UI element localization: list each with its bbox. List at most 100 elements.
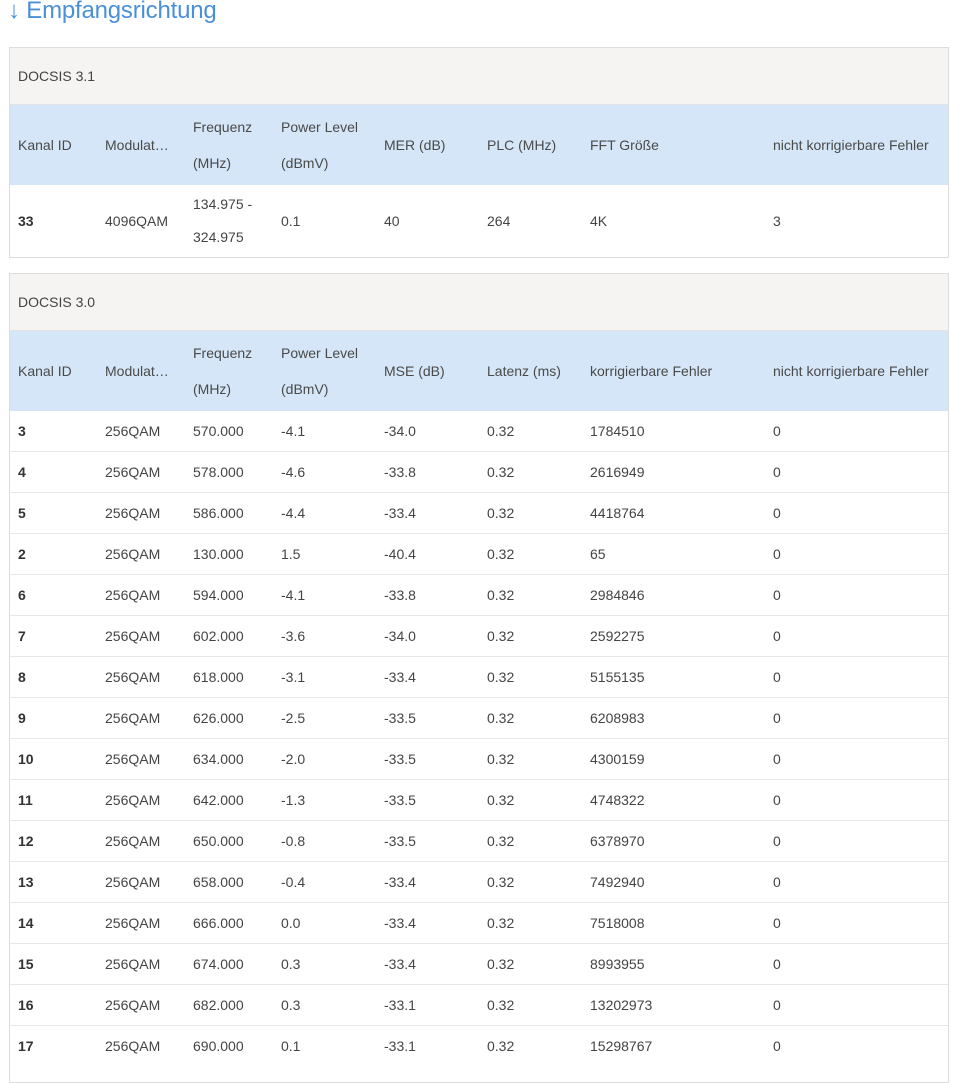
channel-id-cell: 12: [10, 820, 97, 862]
table-cell: 1784510: [590, 423, 645, 439]
col-header-nicht-korrigierbare-fehler[interactable]: nicht korrigierbare Fehler: [765, 331, 948, 411]
table-cell: 13202973: [582, 984, 765, 1026]
table-cell: 3: [773, 212, 781, 229]
table-cell: 2616949: [582, 451, 765, 493]
table-cell: 0: [765, 1025, 948, 1066]
table-cell: -0.8: [273, 820, 376, 862]
table-cell: 7518008: [582, 902, 765, 944]
table-row: 5 256QAM 586.000 -4.4 -33.4 0.32 4418764 0: [10, 492, 948, 534]
table-row: 11 256QAM 642.000 -1.3 -33.5 0.32 4748322 0: [10, 779, 948, 821]
table-cell: -4.1: [273, 574, 376, 616]
channel-id-cell: 2: [10, 533, 97, 575]
table-cell: 256QAM: [97, 902, 185, 944]
table-cell: 6208983: [582, 697, 765, 739]
col-header-power-level[interactable]: Power Level (dBmV): [273, 105, 376, 185]
table-cell: 0: [765, 492, 948, 534]
col-header-power-level[interactable]: Power Level (dBmV): [273, 331, 376, 411]
table-row: 16 256QAM 682.000 0.3 -33.1 0.32 13202973 0: [10, 984, 948, 1026]
docsis31-table: Kanal ID Modulat… Frequenz (MHz) Power L…: [10, 105, 948, 257]
channel-id-cell: 9: [10, 697, 97, 739]
docsis30-panel: DOCSIS 3.0 Kanal ID Modulat… Frequenz (M…: [9, 273, 949, 1083]
table-cell: 8993955: [582, 943, 765, 985]
col-header-kanal-id[interactable]: Kanal ID: [10, 105, 97, 185]
table-cell: -33.4: [376, 902, 479, 944]
table-cell: 0.32: [479, 943, 582, 985]
table-cell: 256QAM: [97, 451, 185, 493]
table-cell: -40.4: [376, 533, 479, 575]
table-cell: 4418764: [582, 492, 765, 534]
channel-id-cell: 10: [10, 738, 97, 780]
table-cell: 0.3: [273, 943, 376, 985]
col-header-latenz[interactable]: Latenz (ms): [479, 331, 582, 411]
table-cell: -33.1: [376, 984, 479, 1026]
table-cell: 256QAM: [97, 697, 185, 739]
table-cell: -2.5: [273, 697, 376, 739]
table-cell: 65: [582, 533, 765, 575]
table-cell: 2984846: [582, 574, 765, 616]
table-cell: 256QAM: [97, 492, 185, 534]
table-cell: 0.3: [273, 984, 376, 1026]
table-cell: 4300159: [582, 738, 765, 780]
table-cell: 4K: [590, 212, 608, 229]
table-cell: 658.000: [185, 861, 273, 903]
table-cell: 134.975 - 324.975: [193, 196, 253, 245]
table-cell: 0.32: [479, 656, 582, 698]
table-cell: 15298767: [582, 1025, 765, 1066]
table-cell: -34.0: [376, 615, 479, 657]
table-cell: 256QAM: [97, 656, 185, 698]
table-cell: 2592275: [582, 615, 765, 657]
table-cell: -33.4: [376, 943, 479, 985]
col-header-nicht-korrigierbare-fehler[interactable]: nicht korrigierbare Fehler: [765, 105, 948, 185]
table-cell: 650.000: [185, 820, 273, 862]
col-header-plc[interactable]: PLC (MHz): [479, 105, 582, 185]
table-cell: 0.32: [479, 861, 582, 903]
table-cell: 0.32: [479, 697, 582, 739]
channel-id-cell: 17: [10, 1025, 97, 1066]
col-header-mse[interactable]: MSE (dB): [376, 331, 479, 411]
table-cell: 0.32: [479, 902, 582, 944]
col-header-modulation[interactable]: Modulat…: [97, 331, 185, 411]
table-cell: 666.000: [185, 902, 273, 944]
col-header-mer[interactable]: MER (dB): [376, 105, 479, 185]
table-row: 9 256QAM 626.000 -2.5 -33.5 0.32 6208983 0: [10, 697, 948, 739]
table-cell: -4.1: [281, 423, 306, 439]
col-header-frequenz[interactable]: Frequenz (MHz): [185, 105, 273, 185]
table-row: 6 256QAM 594.000 -4.1 -33.8 0.32 2984846 0: [10, 574, 948, 616]
table-cell: -2.0: [273, 738, 376, 780]
channel-id-cell: 6: [10, 574, 97, 616]
table-header-row: Kanal ID Modulat… Frequenz (MHz) Power L…: [10, 331, 948, 411]
table-cell: 0.32: [479, 1025, 582, 1066]
channel-id-cell: 4: [10, 451, 97, 493]
table-cell: 0.32: [479, 574, 582, 616]
table-cell: 7492940: [582, 861, 765, 903]
table-cell: -33.5: [376, 738, 479, 780]
table-cell: 0.32: [479, 779, 582, 821]
channel-id-cell: 11: [10, 779, 97, 821]
table-cell: 256QAM: [97, 615, 185, 657]
table-cell: 0: [765, 656, 948, 698]
col-header-korrigierbare-fehler[interactable]: korrigierbare Fehler: [582, 331, 765, 411]
table-cell: 0: [765, 574, 948, 616]
table-cell: 0.1: [281, 212, 301, 229]
table-cell: -0.4: [273, 861, 376, 903]
table-cell: 0.32: [479, 984, 582, 1026]
channel-id-cell: 13: [10, 861, 97, 903]
table-cell: 256QAM: [97, 574, 185, 616]
table-cell: 0.32: [479, 615, 582, 657]
col-header-frequenz[interactable]: Frequenz (MHz): [185, 331, 273, 411]
table-cell: 0: [765, 779, 948, 821]
table-cell: 0: [765, 943, 948, 985]
table-row: 15 256QAM 674.000 0.3 -33.4 0.32 8993955 0: [10, 943, 948, 985]
table-row: 7 256QAM 602.000 -3.6 -34.0 0.32 2592275 0: [10, 615, 948, 657]
col-header-fft[interactable]: FFT Größe: [582, 105, 765, 185]
table-cell: 256QAM: [97, 533, 185, 575]
channel-id-cell: 15: [10, 943, 97, 985]
channel-id-cell: 33: [18, 212, 34, 229]
col-header-modulation[interactable]: Modulat…: [97, 105, 185, 185]
table-cell: 594.000: [185, 574, 273, 616]
table-cell: 626.000: [185, 697, 273, 739]
col-header-kanal-id[interactable]: Kanal ID: [10, 331, 97, 411]
table-cell: 0.32: [479, 820, 582, 862]
docsis30-heading: DOCSIS 3.0: [10, 274, 948, 331]
table-cell: 130.000: [185, 533, 273, 575]
